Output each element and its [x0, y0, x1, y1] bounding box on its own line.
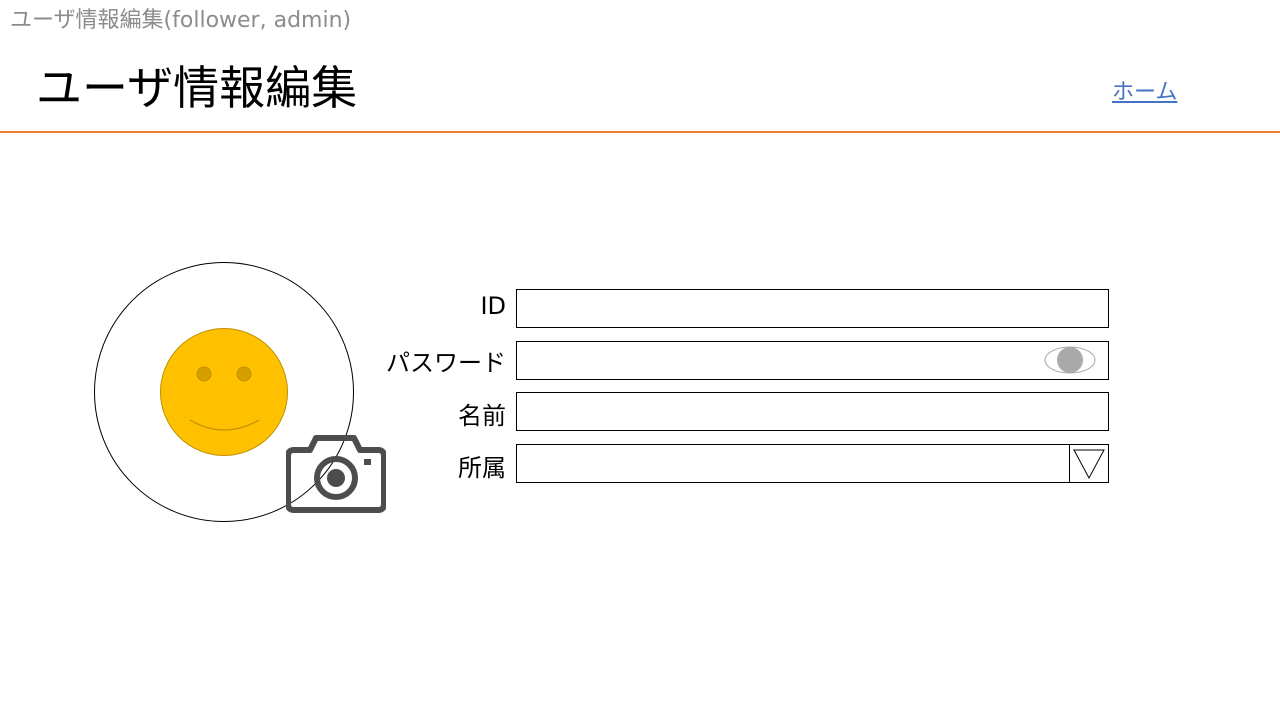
name-label: 名前	[458, 402, 506, 430]
smiley-face-icon	[160, 328, 288, 456]
page: ユーザ情報編集(follower, admin) ユーザ情報編集 ホーム ID …	[0, 0, 1280, 720]
header-divider	[0, 131, 1280, 133]
eye-icon[interactable]	[1044, 345, 1096, 375]
home-link[interactable]: ホーム	[1112, 74, 1177, 106]
password-field-box	[516, 341, 1109, 380]
triangle-down-icon	[1073, 449, 1105, 480]
page-title: ユーザ情報編集	[36, 61, 358, 115]
name-input[interactable]	[517, 393, 1108, 430]
dropdown-button[interactable]	[1069, 445, 1108, 482]
affiliation-select[interactable]	[516, 444, 1109, 483]
password-input[interactable]	[517, 342, 1037, 379]
id-label: ID	[480, 292, 506, 320]
password-label: パスワード	[386, 349, 506, 377]
id-input[interactable]	[517, 290, 1108, 327]
id-field-box	[516, 289, 1109, 328]
affiliation-label: 所属	[458, 454, 506, 482]
affiliation-value[interactable]	[517, 445, 1067, 482]
name-field-box	[516, 392, 1109, 431]
screen-caption: ユーザ情報編集(follower, admin)	[10, 8, 352, 33]
